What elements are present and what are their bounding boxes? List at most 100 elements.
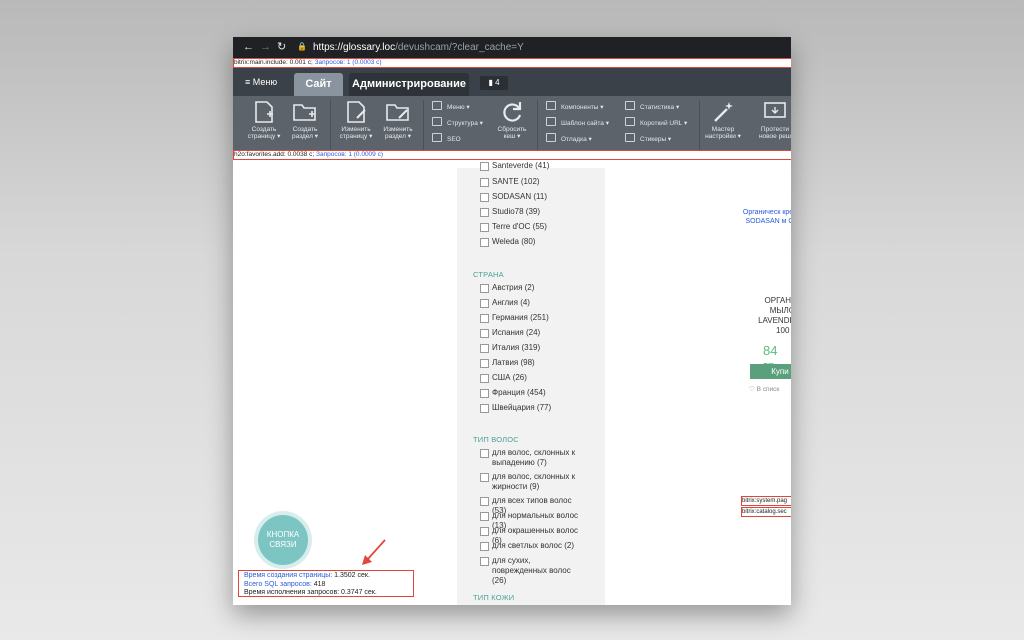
structure-dropdown[interactable]: Структура ▾: [432, 116, 483, 132]
checkbox[interactable]: [480, 208, 489, 217]
back-icon[interactable]: ←: [243, 40, 254, 54]
add-to-list-link[interactable]: ♡ В списк: [749, 385, 779, 393]
folder-add-icon: [293, 104, 316, 121]
checkbox[interactable]: [480, 178, 489, 187]
filter-heading-skin-type[interactable]: ТИП КОЖИ: [473, 593, 514, 602]
contact-button[interactable]: КНОПКА СВЯЗИ: [258, 515, 308, 565]
filter-checkbox-brand[interactable]: Terre d'OC (55): [480, 222, 580, 232]
filter-checkbox-hair[interactable]: для светлых волос (2): [480, 541, 580, 551]
forward-icon[interactable]: →: [260, 40, 271, 54]
structure-dropdown-label: Структура ▾: [447, 120, 483, 127]
seo-button[interactable]: SEO: [432, 132, 483, 148]
checkbox[interactable]: [480, 193, 489, 202]
short-url-label: Короткий URL ▾: [640, 120, 688, 127]
checkbox[interactable]: [480, 527, 489, 536]
menu-button[interactable]: ≡ Меню: [245, 76, 277, 88]
filter-checkbox-hair[interactable]: для волос, склонных к жирности (9): [480, 472, 580, 492]
product-title[interactable]: ОРГАНИЧЕ МЫЛО-К LAVENDER SC 100 Г: [751, 296, 791, 336]
checkbox[interactable]: [480, 557, 489, 566]
checkbox[interactable]: [480, 238, 489, 247]
edit-page-button[interactable]: Изменить страницу ▾: [336, 98, 376, 140]
buy-button[interactable]: Купи: [750, 364, 791, 379]
monitor-icon: [764, 102, 786, 118]
debug-query-link[interactable]: Запросов: 1 (0.0009 с): [316, 151, 383, 158]
checkbox[interactable]: [480, 512, 489, 521]
page-edit-icon: [347, 101, 366, 123]
checkbox[interactable]: [480, 314, 489, 323]
browser-toolbar: ← → ↻ 🔒 https://glossary.loc/devushcam/?…: [233, 37, 791, 58]
checkbox[interactable]: [480, 497, 489, 506]
page-stats-box: Время создания страницы: 1.3502 сек. Все…: [238, 570, 414, 597]
checkbox[interactable]: [480, 542, 489, 551]
filter-checkbox-brand[interactable]: Santeverde (41): [480, 161, 580, 171]
checkbox[interactable]: [480, 359, 489, 368]
filter-checkbox-country[interactable]: Австрия (2): [480, 283, 580, 293]
components-label: Компоненты ▾: [561, 104, 604, 111]
stickers-dropdown[interactable]: Стикеры ▾: [625, 132, 687, 148]
checkbox[interactable]: [480, 299, 489, 308]
toolbar-divider: [423, 100, 424, 154]
wizard-button[interactable]: Мастер настройки ▾: [703, 98, 743, 140]
clear-cache-button[interactable]: Сбросить кеш ▾: [492, 98, 532, 140]
filter-checkbox-country[interactable]: Испания (24): [480, 328, 580, 338]
page-add-icon: [255, 101, 273, 123]
notifications-button[interactable]: ▮ 4: [480, 76, 508, 90]
short-url-dropdown[interactable]: Короткий URL ▾: [625, 116, 687, 132]
components-dropdown[interactable]: Компоненты ▾: [546, 100, 609, 116]
filter-checkbox-hair[interactable]: для сухих, поврежденных волос (26): [480, 556, 580, 586]
filter-checkbox-country[interactable]: Италия (319): [480, 343, 580, 353]
admin-panel: ≡ Меню Сайт Администрирование ▮ 4 Создат…: [233, 68, 791, 157]
site-template-dropdown[interactable]: Шаблон сайта ▾: [546, 116, 609, 132]
address-bar[interactable]: https://glossary.loc/devushcam/?clear_ca…: [313, 41, 524, 54]
tab-site[interactable]: Сайт: [294, 73, 343, 96]
debug-query-link[interactable]: Запросов: 1 (0.0003 с): [315, 59, 382, 66]
menu-dropdown[interactable]: Меню ▾: [432, 100, 483, 116]
checkbox[interactable]: [480, 284, 489, 293]
filter-checkbox-hair[interactable]: для волос, склонных к выпадению (7): [480, 448, 580, 468]
lock-icon: 🔒: [297, 42, 307, 51]
filter-checkbox-brand[interactable]: SODASAN (11): [480, 192, 580, 202]
checkbox[interactable]: [480, 404, 489, 413]
stats-query-time: Время исполнения запросов: 0.3747 сек.: [244, 589, 377, 596]
statistics-dropdown[interactable]: Статистика ▾: [625, 100, 687, 116]
edit-page-label: Изменить страницу ▾: [339, 126, 373, 140]
filter-checkbox-country[interactable]: Латвия (98): [480, 358, 580, 368]
notification-count: 4: [495, 78, 500, 87]
filter-checkbox-country[interactable]: США (26): [480, 373, 580, 383]
checkbox[interactable]: [480, 329, 489, 338]
filter-checkbox-country[interactable]: Швейцария (77): [480, 403, 580, 413]
test-solution-button[interactable]: Протести новое реш: [753, 98, 791, 140]
test-solution-label: Протести новое реш: [758, 126, 791, 140]
page-content: Santeverde (41) SANTE (102) SODASAN (11)…: [233, 161, 791, 605]
filter-heading-country[interactable]: СТРАНА: [473, 270, 504, 279]
toolbar-divider: [330, 100, 331, 154]
checkbox[interactable]: [480, 389, 489, 398]
filter-checkbox-country[interactable]: Германия (251): [480, 313, 580, 323]
filter-checkbox-brand[interactable]: SANTE (102): [480, 177, 580, 187]
filter-checkbox-country[interactable]: Англия (4): [480, 298, 580, 308]
debug-text: bitrix:main.include: 0.001 с;: [234, 59, 315, 66]
statistics-label: Статистика ▾: [640, 104, 680, 111]
checkbox[interactable]: [480, 374, 489, 383]
filter-checkbox-brand[interactable]: Weleda (80): [480, 237, 580, 247]
debug-dropdown[interactable]: Отладка ▾: [546, 132, 609, 148]
checkbox[interactable]: [480, 449, 489, 458]
url-path: /devushcam/?clear_cache=Y: [395, 42, 524, 53]
menu-icon: [432, 101, 442, 110]
reload-icon[interactable]: ↻: [277, 40, 286, 54]
filter-checkbox-brand[interactable]: Studio78 (39): [480, 207, 580, 217]
wizard-label: Мастер настройки ▾: [705, 126, 741, 140]
filter-checkbox-country[interactable]: Франция (454): [480, 388, 580, 398]
checkbox[interactable]: [480, 162, 489, 171]
filter-heading-hair-type[interactable]: ТИП ВОЛОС: [473, 435, 519, 444]
create-section-button[interactable]: Создать раздел ▾: [285, 98, 325, 140]
create-page-button[interactable]: Создать страницу ▾: [244, 98, 284, 140]
seo-label: SEO: [447, 136, 461, 143]
checkbox[interactable]: [480, 473, 489, 482]
edit-section-button[interactable]: Изменить раздел ▾: [378, 98, 418, 140]
product-image[interactable]: Органическ крем Lave SODASAN м Glossar: [739, 208, 791, 226]
stats-page-time: Время создания страницы: 1.3502 сек.: [244, 572, 370, 579]
checkbox[interactable]: [480, 223, 489, 232]
tab-administration[interactable]: Администрирование: [349, 73, 469, 96]
checkbox[interactable]: [480, 344, 489, 353]
